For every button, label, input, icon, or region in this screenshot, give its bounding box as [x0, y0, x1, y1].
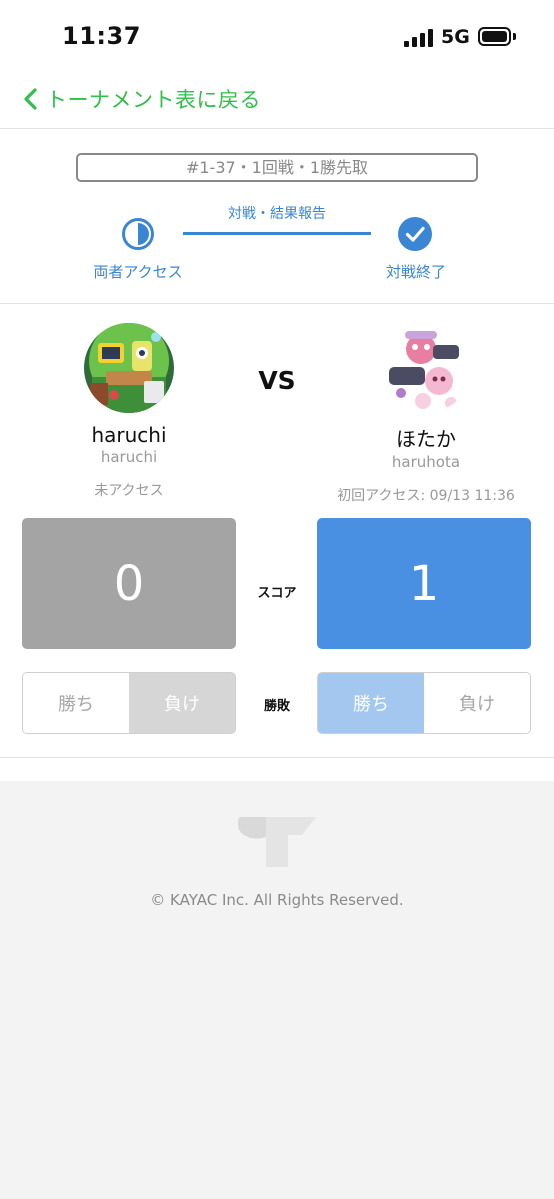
match-id-label: #1-37・1回戦・1勝先取	[76, 153, 478, 182]
player-left: haruchi haruchi 未アクセス	[19, 323, 239, 500]
status-time: 11:37	[62, 22, 141, 50]
player-name: haruchi	[91, 423, 167, 447]
back-to-bracket-link[interactable]: トーナメント表に戻る	[20, 82, 261, 116]
match-progress: 対戦・結果報告 両者アクセス 対戦終了	[0, 198, 554, 288]
check-circle-icon	[398, 217, 432, 251]
player-name: ほたか	[396, 427, 456, 451]
battery-icon	[478, 27, 516, 46]
lose-button[interactable]: 負け	[424, 673, 530, 733]
network-type: 5G	[441, 26, 470, 48]
player-access-status: 初回アクセス: 09/13 11:36	[337, 488, 515, 504]
score-box-right[interactable]: 1	[317, 518, 531, 649]
footer: © KAYAC Inc. All Rights Reserved.	[0, 781, 554, 1199]
header-divider	[0, 128, 554, 129]
chevron-left-icon	[24, 88, 37, 110]
lose-button[interactable]: 負け	[129, 673, 235, 733]
player-right: ほたか haruhota 初回アクセス: 09/13 11:36	[316, 323, 536, 505]
avatar[interactable]	[84, 323, 174, 413]
step-both-access-label: 両者アクセス	[93, 263, 183, 281]
cellular-signal-icon	[404, 29, 434, 47]
progress-fill	[183, 232, 371, 235]
progress-line	[183, 232, 371, 235]
progress-divider	[0, 303, 554, 304]
back-link-label: トーナメント表に戻る	[46, 88, 261, 112]
vs-label: VS	[258, 366, 296, 395]
player-id: haruchi	[100, 448, 158, 466]
step-match-finished-label: 対戦終了	[385, 263, 446, 281]
copyright-text: © KAYAC Inc. All Rights Reserved.	[150, 891, 404, 909]
score-label: スコア	[257, 586, 297, 601]
score-box-left[interactable]: 0	[22, 518, 236, 649]
content-divider	[0, 757, 554, 758]
half-circle-icon	[122, 218, 154, 250]
status-bar: 11:37 5G	[0, 0, 554, 72]
player-access-status: 未アクセス	[94, 483, 164, 499]
player-id: haruhota	[391, 453, 461, 471]
win-lose-toggle-right: 勝ち 負け	[317, 672, 531, 734]
win-button[interactable]: 勝ち	[23, 673, 129, 733]
brand-logo-icon	[238, 817, 316, 867]
win-lose-toggle-left: 勝ち 負け	[22, 672, 236, 734]
step-current-label: 対戦・結果報告	[228, 206, 326, 222]
win-button[interactable]: 勝ち	[318, 673, 424, 733]
avatar[interactable]	[381, 323, 471, 413]
result-label: 勝敗	[263, 699, 290, 714]
